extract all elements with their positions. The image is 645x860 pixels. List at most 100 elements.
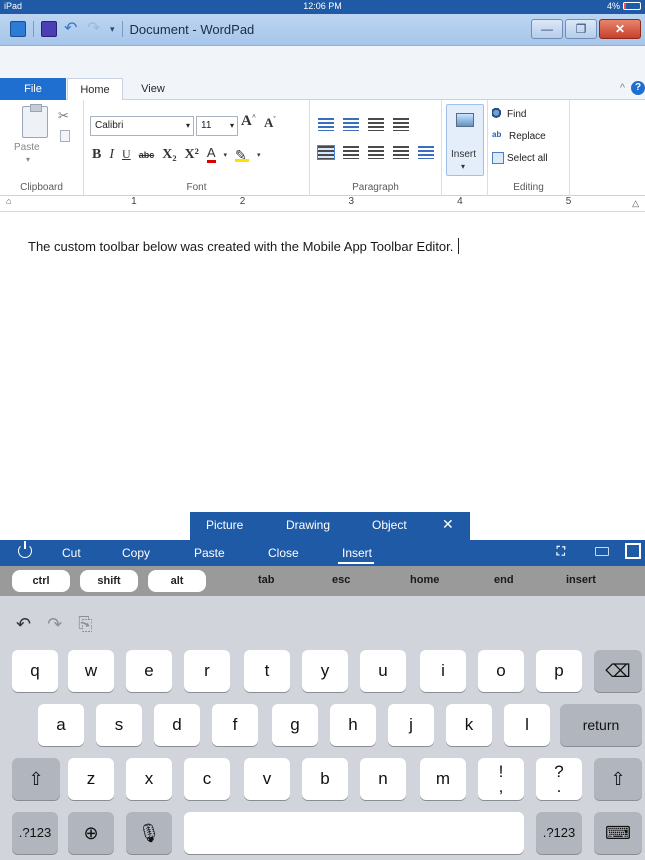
tab-key[interactable]: tab <box>258 574 275 586</box>
paste-icon[interactable]: ⎘ <box>78 614 92 635</box>
paste-icon[interactable] <box>22 104 48 138</box>
help-icon[interactable]: ? <box>631 81 645 95</box>
key-e[interactable]: e <box>126 650 172 692</box>
key-z[interactable]: z <box>68 758 114 800</box>
subscript-button[interactable]: X₂ <box>162 147 176 163</box>
key-l[interactable]: l <box>504 704 550 746</box>
undo-icon[interactable]: ↶ <box>64 21 80 37</box>
line-spacing-icon[interactable] <box>393 118 409 131</box>
toolbar-insert-button[interactable]: Insert <box>342 546 372 560</box>
key-b[interactable]: b <box>302 758 348 800</box>
replace-button[interactable]: ab Replace <box>492 130 546 142</box>
popup-item-picture[interactable]: Picture <box>206 518 243 532</box>
toolbar-cut-button[interactable]: Cut <box>62 546 81 560</box>
key-q[interactable]: q <box>12 650 58 692</box>
key-c[interactable]: c <box>184 758 230 800</box>
paste-dropdown-icon[interactable]: ▾ <box>26 155 30 164</box>
paste-button[interactable]: Paste <box>14 142 40 153</box>
ruler[interactable]: ⌂ 1 2 3 4 5 △ <box>0 196 645 212</box>
key-v[interactable]: v <box>244 758 290 800</box>
undo-icon[interactable]: ↶ <box>16 614 31 635</box>
save-icon[interactable] <box>41 21 57 37</box>
shift-left-key[interactable]: ⇧ <box>12 758 60 800</box>
numbers-key-left[interactable]: .?123 <box>12 812 58 854</box>
window-toggle-icon[interactable] <box>625 543 641 559</box>
close-window-button[interactable]: ✕ <box>599 19 641 39</box>
copy-icon[interactable] <box>60 130 70 142</box>
key-j[interactable]: j <box>388 704 434 746</box>
find-button[interactable]: Find <box>492 108 526 120</box>
align-left-icon[interactable] <box>317 145 335 160</box>
decrease-indent-icon[interactable] <box>318 118 334 131</box>
backspace-key[interactable]: ⌫ <box>594 650 642 692</box>
align-center-icon[interactable] <box>343 146 359 159</box>
chevron-down-icon[interactable]: ▾ <box>257 151 261 159</box>
key-question-period[interactable]: ? . <box>536 758 582 800</box>
key-f[interactable]: f <box>212 704 258 746</box>
key-i[interactable]: i <box>420 650 466 692</box>
space-key[interactable] <box>184 812 524 854</box>
key-n[interactable]: n <box>360 758 406 800</box>
tab-view[interactable]: View <box>128 78 178 100</box>
customize-dropdown-icon[interactable]: ▾ <box>110 24 115 35</box>
esc-key[interactable]: esc <box>332 574 350 586</box>
italic-button[interactable]: I <box>109 147 114 163</box>
key-y[interactable]: y <box>302 650 348 692</box>
chevron-down-icon[interactable]: ▾ <box>224 151 228 159</box>
increase-indent-icon[interactable] <box>343 118 359 131</box>
key-w[interactable]: w <box>68 650 114 692</box>
popup-close-icon[interactable]: ✕ <box>442 516 454 533</box>
grow-font-icon[interactable]: A^ <box>241 113 256 130</box>
key-s[interactable]: s <box>96 704 142 746</box>
key-x[interactable]: x <box>126 758 172 800</box>
ctrl-key[interactable]: ctrl <box>12 570 70 592</box>
redo-icon[interactable]: ↷ <box>47 614 62 635</box>
redo-icon[interactable]: ↷ <box>87 21 103 37</box>
microphone-icon[interactable]: 🎙 <box>126 812 172 854</box>
font-name-select[interactable]: Calibri ▾ <box>90 116 194 136</box>
tab-file[interactable]: File <box>0 78 66 100</box>
minimize-button[interactable]: — <box>531 19 563 39</box>
cut-icon[interactable]: ✂ <box>58 108 69 124</box>
key-r[interactable]: r <box>184 650 230 692</box>
shift-key[interactable]: shift <box>80 570 138 592</box>
key-g[interactable]: g <box>272 704 318 746</box>
key-d[interactable]: d <box>154 704 200 746</box>
font-size-select[interactable]: 11 ▾ <box>196 116 238 136</box>
toolbar-paste-button[interactable]: Paste <box>194 546 225 560</box>
hide-keyboard-icon[interactable]: ⌨ <box>594 812 642 854</box>
popup-item-drawing[interactable]: Drawing <box>286 518 330 532</box>
collapse-ribbon-icon[interactable]: ^ <box>620 82 625 94</box>
text-color-button[interactable]: A <box>206 146 216 163</box>
alt-key[interactable]: alt <box>148 570 206 592</box>
key-o[interactable]: o <box>478 650 524 692</box>
select-all-button[interactable]: Select all <box>492 152 548 164</box>
insert-key[interactable]: insert <box>566 574 596 586</box>
underline-button[interactable]: U <box>122 147 131 162</box>
document-area[interactable]: The custom toolbar below was created wit… <box>0 213 645 538</box>
key-t[interactable]: t <box>244 650 290 692</box>
tab-home[interactable]: Home <box>67 78 123 101</box>
bullet-list-icon[interactable] <box>368 118 384 131</box>
key-k[interactable]: k <box>446 704 492 746</box>
globe-icon[interactable]: ⊕ <box>68 812 114 854</box>
highlighter-icon[interactable]: ✎ <box>235 148 250 164</box>
home-key[interactable]: home <box>410 574 439 586</box>
return-key[interactable]: return <box>560 704 642 746</box>
wordpad-app-icon[interactable] <box>10 21 26 37</box>
shrink-font-icon[interactable]: Aˇ <box>264 115 276 131</box>
key-u[interactable]: u <box>360 650 406 692</box>
power-icon[interactable] <box>18 541 32 558</box>
key-p[interactable]: p <box>536 650 582 692</box>
maximize-button[interactable]: ❐ <box>565 19 597 39</box>
key-h[interactable]: h <box>330 704 376 746</box>
key-m[interactable]: m <box>420 758 466 800</box>
bold-button[interactable]: B <box>92 147 101 163</box>
end-key[interactable]: end <box>494 574 514 586</box>
keyboard-icon[interactable] <box>595 547 609 556</box>
strikethrough-button[interactable]: abc <box>139 150 155 160</box>
paragraph-settings-icon[interactable] <box>418 146 434 159</box>
toolbar-close-button[interactable]: Close <box>268 546 299 560</box>
insert-button[interactable]: Insert ▾ <box>446 104 484 176</box>
superscript-button[interactable]: X² <box>185 147 199 163</box>
